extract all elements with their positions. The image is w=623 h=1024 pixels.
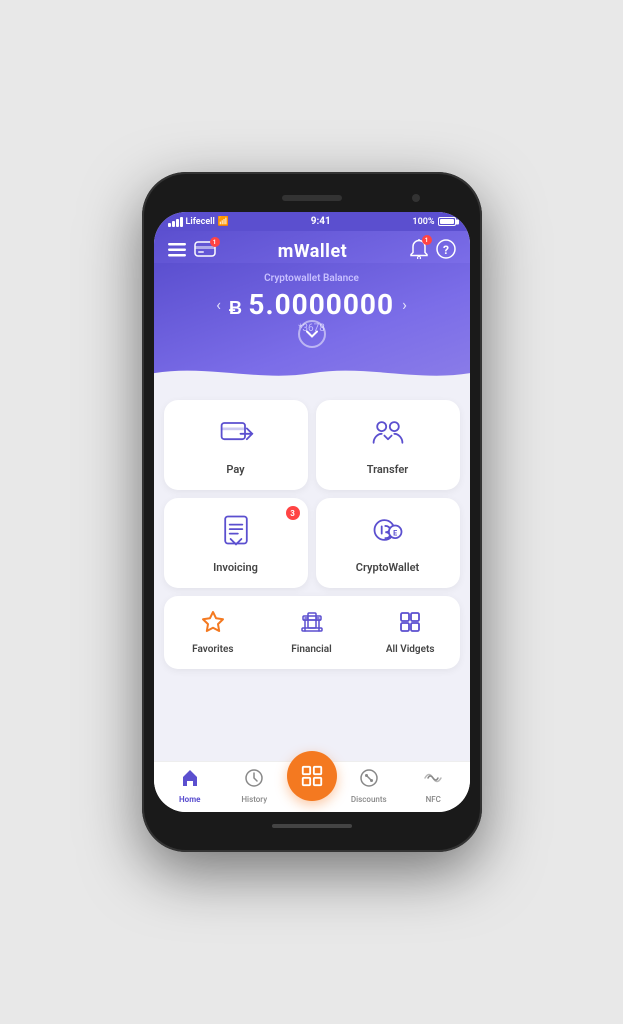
phone-camera xyxy=(412,194,420,202)
pay-icon xyxy=(218,414,254,457)
home-indicator xyxy=(272,824,352,828)
svg-text:?: ? xyxy=(443,243,449,257)
notification-icon[interactable]: 1 xyxy=(410,239,428,263)
favorites-label: Favorites xyxy=(192,644,233,655)
discounts-icon xyxy=(359,768,379,793)
cryptowallet-icon: E xyxy=(370,512,406,555)
header-left: 1 xyxy=(168,241,216,261)
favorites-icon xyxy=(201,610,225,640)
status-right: 100% xyxy=(412,217,455,227)
nav-discounts-label: Discounts xyxy=(351,795,387,804)
balance-prev-arrow[interactable]: ‹ xyxy=(216,295,221,314)
pay-card[interactable]: Pay xyxy=(164,400,308,490)
phone-top-bar xyxy=(154,184,470,212)
main-content: Pay Transfer xyxy=(154,386,470,761)
phone-screen: Lifecell 📶 9:41 100% xyxy=(154,212,470,812)
scan-button[interactable] xyxy=(287,751,337,801)
all-vidgets-label: All Vidgets xyxy=(386,644,435,655)
svg-text:E: E xyxy=(393,528,397,537)
grid-row-2: 3 Invoicing xyxy=(164,498,460,588)
all-vidgets-icon xyxy=(398,610,422,640)
wifi-icon: 📶 xyxy=(218,217,229,227)
financial-item[interactable]: Financial xyxy=(262,606,361,659)
invoicing-label: Invoicing xyxy=(213,561,258,574)
bottom-actions: Favorites Financial xyxy=(164,596,460,669)
carrier-name: Lifecell xyxy=(186,217,215,227)
all-vidgets-item[interactable]: All Vidgets xyxy=(361,606,460,659)
transfer-icon xyxy=(370,414,406,457)
menu-icon[interactable] xyxy=(168,242,186,261)
nav-history[interactable]: History xyxy=(222,768,287,804)
cryptowallet-card[interactable]: E CryptoWallet xyxy=(316,498,460,588)
balance-row: ‹ Ƀ 5.0000000 › xyxy=(168,288,456,321)
nav-nfc-label: NFC xyxy=(426,795,441,804)
transfer-card[interactable]: Transfer xyxy=(316,400,460,490)
financial-label: Financial xyxy=(291,644,331,655)
nav-discounts[interactable]: Discounts xyxy=(337,768,402,804)
phone-device: Lifecell 📶 9:41 100% xyxy=(142,172,482,852)
pay-label: Pay xyxy=(226,463,244,476)
app-header: 1 mWallet 1 ? xyxy=(154,231,470,263)
expand-button[interactable] xyxy=(298,320,326,348)
header-right: 1 ? xyxy=(410,239,456,263)
status-bar: Lifecell 📶 9:41 100% xyxy=(154,212,470,231)
card-badge: 1 xyxy=(210,237,220,247)
card-icon[interactable]: 1 xyxy=(194,241,216,261)
app-title: mWallet xyxy=(278,241,348,262)
signal-bars xyxy=(168,217,183,227)
history-icon xyxy=(244,768,264,793)
wave-svg xyxy=(154,360,470,386)
nfc-icon xyxy=(423,768,443,793)
balance-next-arrow[interactable]: › xyxy=(402,295,407,314)
grid-row-1: Pay Transfer xyxy=(164,400,460,490)
balance-label: Cryptowallet Balance xyxy=(168,273,456,284)
nav-history-label: History xyxy=(241,795,267,804)
balance-currency: Ƀ xyxy=(229,298,248,319)
bottom-nav: Home History xyxy=(154,761,470,812)
phone-bottom xyxy=(154,812,470,840)
help-icon[interactable]: ? xyxy=(436,239,456,263)
invoicing-card[interactable]: 3 Invoicing xyxy=(164,498,308,588)
balance-amount: Ƀ 5.0000000 xyxy=(229,288,394,321)
balance-section: Cryptowallet Balance ‹ Ƀ 5.0000000 › *36… xyxy=(154,263,470,386)
status-left: Lifecell 📶 xyxy=(168,217,230,227)
nav-home[interactable]: Home xyxy=(158,768,223,804)
nav-nfc[interactable]: NFC xyxy=(401,768,466,804)
notification-badge: 1 xyxy=(422,235,432,245)
transfer-label: Transfer xyxy=(367,463,409,476)
nav-home-label: Home xyxy=(179,795,200,804)
invoicing-badge: 3 xyxy=(286,506,300,520)
home-icon xyxy=(180,768,200,793)
favorites-item[interactable]: Favorites xyxy=(164,606,263,659)
financial-icon xyxy=(300,610,324,640)
battery-percent: 100% xyxy=(412,217,434,227)
battery-icon xyxy=(438,217,456,226)
cryptowallet-label: CryptoWallet xyxy=(356,561,419,574)
invoicing-icon xyxy=(218,512,254,555)
phone-speaker xyxy=(282,195,342,201)
status-time: 9:41 xyxy=(311,216,331,227)
